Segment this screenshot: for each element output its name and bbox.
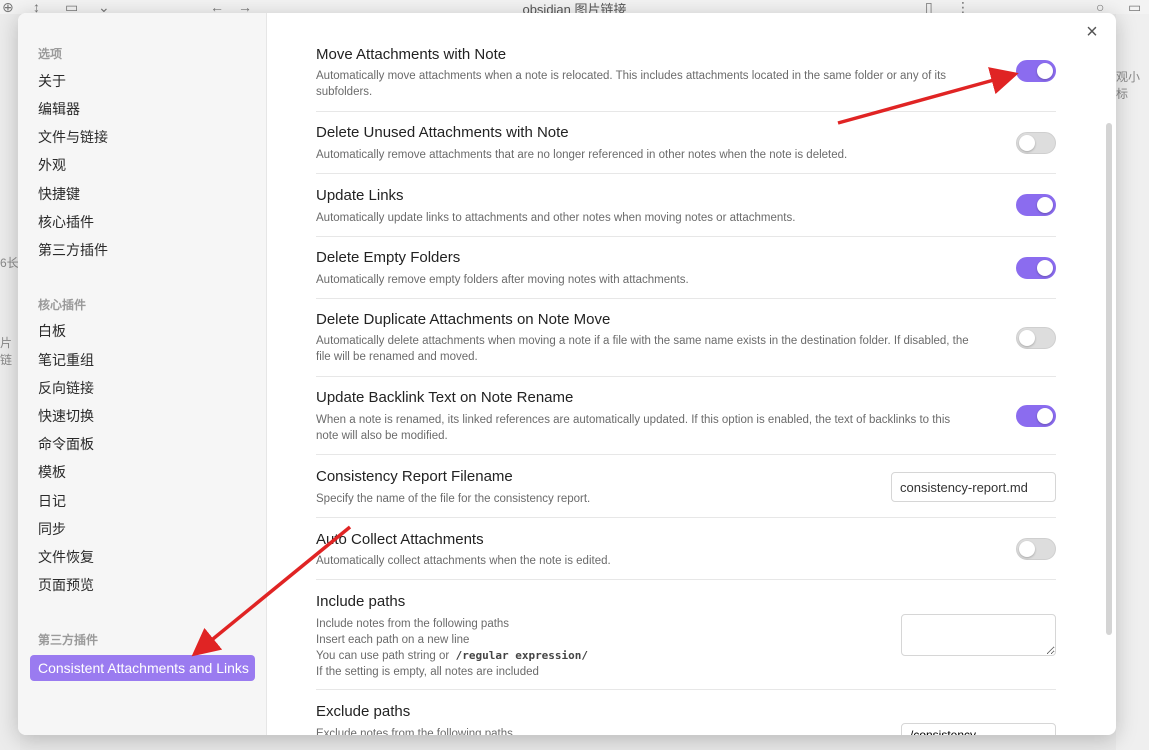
setting-update-backlink-text: Update Backlink Text on Note Rename When… <box>316 377 1056 455</box>
setting-name: Auto Collect Attachments <box>316 531 484 548</box>
exclude-paths-textarea[interactable]: /consistency <box>901 723 1056 735</box>
sidebar-item-appearance[interactable]: 外观 <box>30 152 255 178</box>
setting-description: Automatically remove attachments that ar… <box>316 149 848 161</box>
setting-update-links: Update Links Automatically update links … <box>316 174 1056 237</box>
toggle-delete-unused[interactable] <box>1016 132 1056 154</box>
setting-consistency-report-filename: Consistency Report Filename Specify the … <box>316 455 1056 518</box>
sidebar-item-about[interactable]: 关于 <box>30 68 255 94</box>
toggle-delete-empty-folders[interactable] <box>1016 257 1056 279</box>
sidebar-item-command-palette[interactable]: 命令面板 <box>30 431 255 457</box>
toggle-auto-collect-attachments[interactable] <box>1016 538 1056 560</box>
setting-move-attachments: Move Attachments with Note Automatically… <box>316 43 1056 112</box>
search-icon[interactable]: ○ <box>1096 0 1104 14</box>
settings-modal: 选项 关于 编辑器 文件与链接 外观 快捷键 核心插件 第三方插件 核心插件 白… <box>18 13 1116 735</box>
setting-description: Automatically delete attachments when mo… <box>316 335 969 363</box>
sidebar-toggle-icon[interactable]: ▭ <box>1128 0 1141 14</box>
setting-delete-empty-folders: Delete Empty Folders Automatically remov… <box>316 237 1056 299</box>
sidebar-item-consistent-attachments[interactable]: Consistent Attachments and Links <box>30 655 255 681</box>
setting-name: Delete Empty Folders <box>316 249 461 266</box>
setting-delete-unused: Delete Unused Attachments with Note Auto… <box>316 112 1056 174</box>
sidebar-item-daily-notes[interactable]: 日记 <box>30 488 255 514</box>
setting-auto-collect-attachments: Auto Collect Attachments Automatically c… <box>316 518 1056 580</box>
regex-hint: /regular expression/ <box>455 649 589 662</box>
include-paths-textarea[interactable] <box>901 614 1056 656</box>
more-options-icon[interactable]: ⋮ <box>956 0 970 14</box>
background-right-pane: 观小标 <box>1116 14 1149 750</box>
sidebar-item-note-composer[interactable]: 笔记重组 <box>30 347 255 373</box>
sidebar-heading-community-plugins: 第三方插件 <box>38 633 99 647</box>
setting-name: Update Links <box>316 187 404 204</box>
setting-name: Move Attachments with Note <box>316 46 507 63</box>
close-button[interactable]: × <box>1082 22 1102 43</box>
setting-name: Delete Duplicate Attachments on Note Mov… <box>316 311 611 328</box>
setting-description: Automatically update links to attachment… <box>316 212 796 224</box>
background-text: 观小标 <box>1116 70 1141 101</box>
settings-scrollbar[interactable] <box>1106 123 1112 635</box>
sidebar-heading-options: 选项 <box>38 47 63 61</box>
setting-description: Automatically remove empty folders after… <box>316 274 689 286</box>
sidebar-item-quick-switcher[interactable]: 快速切换 <box>30 403 255 429</box>
setting-description: Automatically move attachments when a no… <box>316 70 947 98</box>
sidebar-item-templates[interactable]: 模板 <box>30 459 255 485</box>
setting-name: Exclude paths <box>316 703 411 720</box>
settings-sidebar: 选项 关于 编辑器 文件与链接 外观 快捷键 核心插件 第三方插件 核心插件 白… <box>18 13 267 735</box>
setting-name: Delete Unused Attachments with Note <box>316 124 569 141</box>
app-title-bar: ⊕ ↕ ▭ ⌄ ← → obsidian 图片链接 ▯ ⋮ ○ ▭ <box>0 0 1149 17</box>
toggle-move-attachments[interactable] <box>1016 60 1056 82</box>
setting-name: Update Backlink Text on Note Rename <box>316 389 574 406</box>
background-text: 片链 <box>0 336 13 367</box>
sidebar-heading-core-plugins: 核心插件 <box>38 298 87 312</box>
sidebar-item-sync[interactable]: 同步 <box>30 516 255 542</box>
setting-delete-duplicates: Delete Duplicate Attachments on Note Mov… <box>316 299 1056 377</box>
settings-content: Move Attachments with Note Automatically… <box>316 13 1056 735</box>
setting-exclude-paths: Exclude paths Exclude notes from the fol… <box>316 690 1056 735</box>
sidebar-item-backlinks[interactable]: 反向链接 <box>30 375 255 401</box>
background-text: 6长 <box>0 256 19 270</box>
setting-description: Automatically collect attachments when t… <box>316 555 611 567</box>
sidebar-item-core-plugins[interactable]: 核心插件 <box>30 209 255 235</box>
consistency-report-filename-input[interactable] <box>891 472 1056 502</box>
setting-description: When a note is renamed, its linked refer… <box>316 414 951 442</box>
background-left-pane: 6长 片链 <box>0 14 20 750</box>
toggle-update-links[interactable] <box>1016 194 1056 216</box>
setting-name: Consistency Report Filename <box>316 468 513 485</box>
sidebar-item-hotkeys[interactable]: 快捷键 <box>30 181 255 207</box>
sidebar-item-community-plugins[interactable]: 第三方插件 <box>30 237 255 263</box>
toggle-delete-duplicates[interactable] <box>1016 327 1056 349</box>
toggle-update-backlink-text[interactable] <box>1016 405 1056 427</box>
sidebar-item-canvas[interactable]: 白板 <box>30 318 255 344</box>
sidebar-item-page-preview[interactable]: 页面预览 <box>30 572 255 598</box>
setting-include-paths: Include paths Include notes from the fol… <box>316 580 1056 690</box>
sidebar-item-files-links[interactable]: 文件与链接 <box>30 124 255 150</box>
reading-view-icon[interactable]: ▯ <box>925 0 933 14</box>
sidebar-item-file-recovery[interactable]: 文件恢复 <box>30 544 255 570</box>
setting-name: Include paths <box>316 593 406 610</box>
sidebar-item-editor[interactable]: 编辑器 <box>30 96 255 122</box>
